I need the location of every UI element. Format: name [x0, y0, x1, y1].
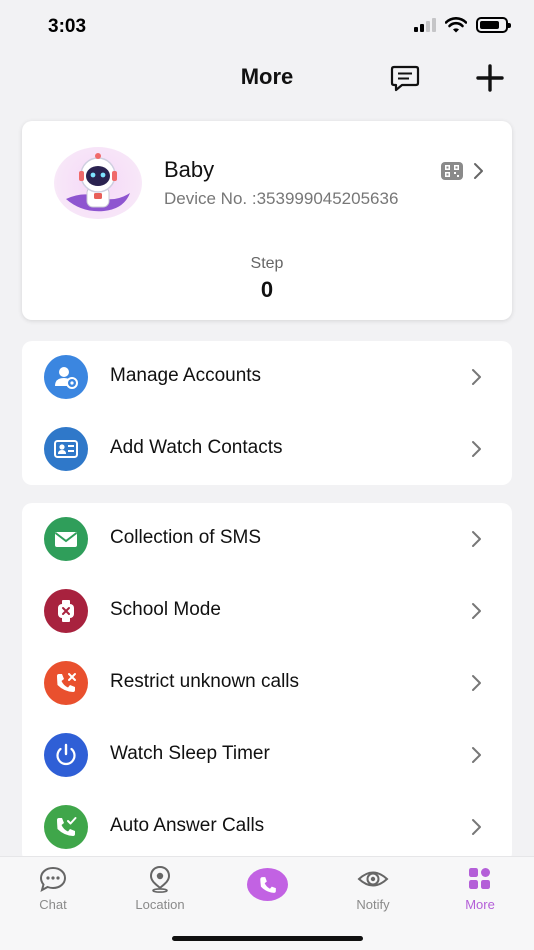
watch-sleep-timer-row[interactable]: Watch Sleep Timer	[22, 719, 512, 791]
status-time: 3:03	[48, 16, 87, 37]
nav-header: More	[0, 56, 534, 100]
chevron-right-icon	[474, 163, 483, 179]
tab-chat[interactable]: Chat	[8, 865, 98, 912]
location-pin-icon	[149, 865, 171, 893]
tab-more[interactable]: More	[435, 865, 525, 912]
chevron-right-icon	[472, 819, 481, 835]
auto-answer-calls-label: Auto Answer Calls	[110, 815, 265, 836]
tab-location[interactable]: Location	[115, 865, 205, 912]
eye-icon	[357, 871, 389, 887]
home-indicator	[172, 936, 363, 941]
manage-accounts-icon	[44, 355, 88, 399]
restrict-unknown-calls-label: Restrict unknown calls	[110, 671, 300, 692]
power-timer-icon	[44, 733, 88, 777]
avatar	[54, 147, 142, 219]
chevron-right-icon	[472, 441, 481, 457]
add-watch-contacts-row[interactable]: Add Watch Contacts	[22, 413, 512, 485]
school-mode-label: School Mode	[110, 599, 221, 620]
manage-accounts-label: Manage Accounts	[110, 365, 262, 386]
status-icons	[414, 17, 511, 33]
message-icon[interactable]	[390, 64, 420, 92]
contacts-card-icon	[44, 427, 88, 471]
battery-icon	[476, 17, 511, 33]
call-button[interactable]	[247, 868, 288, 901]
watch-icon	[44, 589, 88, 633]
tab-notify-label: Notify	[356, 897, 390, 912]
manage-accounts-row[interactable]: Manage Accounts	[22, 341, 512, 413]
chat-bubble-icon	[39, 866, 67, 892]
phone-icon	[259, 876, 276, 893]
tab-more-label: More	[465, 897, 495, 912]
collection-of-sms-row[interactable]: Collection of SMS	[22, 503, 512, 575]
envelope-icon	[44, 517, 88, 561]
chevron-right-icon	[472, 369, 481, 385]
grid-icon	[469, 868, 490, 889]
page-title: More	[240, 64, 294, 89]
chevron-right-icon	[472, 531, 481, 547]
step-value: 0	[260, 277, 274, 302]
status-bar: 3:03	[0, 0, 534, 56]
chevron-right-icon	[472, 675, 481, 691]
phone-check-icon	[44, 805, 88, 849]
device-profile-card[interactable]: Baby Device No. :353999045205636 Step 0	[22, 121, 512, 320]
tab-location-label: Location	[135, 897, 185, 912]
tab-notify[interactable]: Notify	[328, 865, 418, 912]
account-settings-group: Manage Accounts Add Watch Contacts	[22, 341, 512, 485]
plus-icon[interactable]	[474, 62, 506, 94]
add-watch-contacts-label: Add Watch Contacts	[110, 437, 283, 458]
collection-of-sms-label: Collection of SMS	[110, 527, 262, 548]
step-label: Step	[250, 255, 284, 272]
school-mode-row[interactable]: School Mode	[22, 575, 512, 647]
chevron-right-icon	[472, 603, 481, 619]
chevron-right-icon	[472, 747, 481, 763]
device-number: Device No. :353999045205636	[164, 189, 399, 208]
cellular-signal-icon	[414, 18, 436, 32]
astronaut-avatar-icon	[66, 153, 130, 212]
watch-settings-group: Collection of SMS School Mode Restrict u…	[22, 503, 512, 863]
tab-chat-label: Chat	[39, 897, 67, 912]
device-name: Baby	[164, 157, 215, 182]
restrict-unknown-calls-row[interactable]: Restrict unknown calls	[22, 647, 512, 719]
wifi-icon	[445, 17, 467, 33]
phone-blocked-icon	[44, 661, 88, 705]
watch-sleep-timer-label: Watch Sleep Timer	[110, 743, 270, 764]
auto-answer-calls-row[interactable]: Auto Answer Calls	[22, 791, 512, 863]
qr-code-icon[interactable]	[441, 162, 463, 180]
